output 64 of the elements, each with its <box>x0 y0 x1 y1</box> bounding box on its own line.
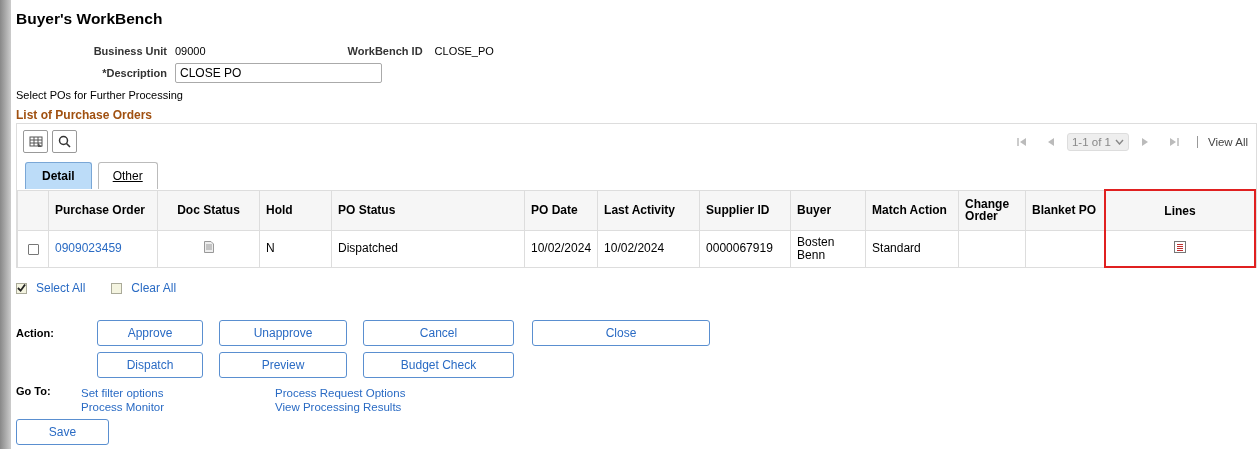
goto-link[interactable]: Process Request Options <box>275 386 469 400</box>
column-header: Doc Status <box>157 190 260 231</box>
table-cell: 10/02/2024 <box>524 230 598 267</box>
checkbox[interactable] <box>111 282 123 294</box>
grid-title: List of Purchase Orders <box>16 108 154 122</box>
instruction-text: Select POs for Further Processing <box>16 89 184 101</box>
column-header: PO Date <box>524 190 598 231</box>
field-label: WorkBench ID <box>347 45 424 57</box>
page-title: Buyer's WorkBench <box>16 10 164 28</box>
chevron-icon <box>1114 138 1124 145</box>
field-label: *Description <box>101 67 168 79</box>
table-cell: 0000067919 <box>699 230 791 267</box>
tab[interactable]: Other <box>97 162 158 189</box>
select-all-link[interactable]: Select All <box>36 281 86 295</box>
table-cell: Bosten Benn <box>790 230 866 267</box>
table-cell: Dispatched <box>331 230 525 267</box>
lines-icon <box>1174 241 1187 253</box>
action-label: Action: <box>16 327 55 339</box>
goto-label: Go To: <box>16 384 52 399</box>
search-icon <box>58 135 71 148</box>
first-page-icon <box>1016 136 1027 147</box>
table-cell: N <box>259 230 332 267</box>
checkbox[interactable] <box>16 282 27 294</box>
column-header: Blanket PO <box>1025 190 1106 231</box>
description-field[interactable]: CLOSE PO <box>175 63 382 83</box>
action-button[interactable]: Approve <box>97 320 203 346</box>
column-header: PO Status <box>331 190 525 231</box>
check-icon <box>17 283 26 293</box>
action-button[interactable]: Preview <box>219 352 347 378</box>
action-button[interactable]: Dispatch <box>97 352 203 378</box>
column-header: Supplier ID <box>699 190 791 231</box>
previous-icon <box>1046 136 1055 147</box>
field-value: CLOSE_PO <box>434 45 494 57</box>
field-value: 09000 <box>175 45 206 57</box>
column-header: Purchase Order <box>48 190 158 231</box>
table-cell: 10/02/2024 <box>597 230 700 267</box>
action-button[interactable]: Close <box>532 320 710 346</box>
search-button[interactable] <box>52 130 77 153</box>
action-button[interactable]: Unapprove <box>219 320 347 346</box>
field-label: Business Unit <box>92 45 168 57</box>
column-header: Hold <box>259 190 332 231</box>
column-header: Buyer <box>790 190 866 231</box>
last-page-icon <box>1168 136 1179 147</box>
goto-link[interactable]: Process Monitor <box>81 400 275 414</box>
document-icon <box>203 241 214 254</box>
page-dropdown[interactable]: 1-1 of 1 <box>1066 132 1129 151</box>
column-header: Change Order <box>958 190 1026 231</box>
personalize-button[interactable] <box>23 130 48 153</box>
tab[interactable]: Detail <box>25 162 92 189</box>
column-header: Last Activity <box>597 190 700 231</box>
clear-all-link[interactable]: Clear All <box>131 281 177 295</box>
table-cell: Standard <box>865 230 959 267</box>
row-checkbox[interactable] <box>27 243 39 255</box>
action-button[interactable]: Budget Check <box>363 352 514 378</box>
goto-link[interactable]: View Processing Results <box>275 400 469 414</box>
column-header: Lines <box>1105 190 1255 231</box>
view-all-link[interactable]: View All <box>1207 135 1248 148</box>
column-header: Match Action <box>865 190 959 231</box>
next-icon <box>1140 136 1149 147</box>
grid-icon <box>28 135 43 148</box>
action-button[interactable]: Cancel <box>363 320 514 346</box>
save-button[interactable]: Save <box>16 419 109 445</box>
goto-link[interactable]: Set filter options <box>81 386 275 400</box>
table-cell <box>958 230 1026 267</box>
